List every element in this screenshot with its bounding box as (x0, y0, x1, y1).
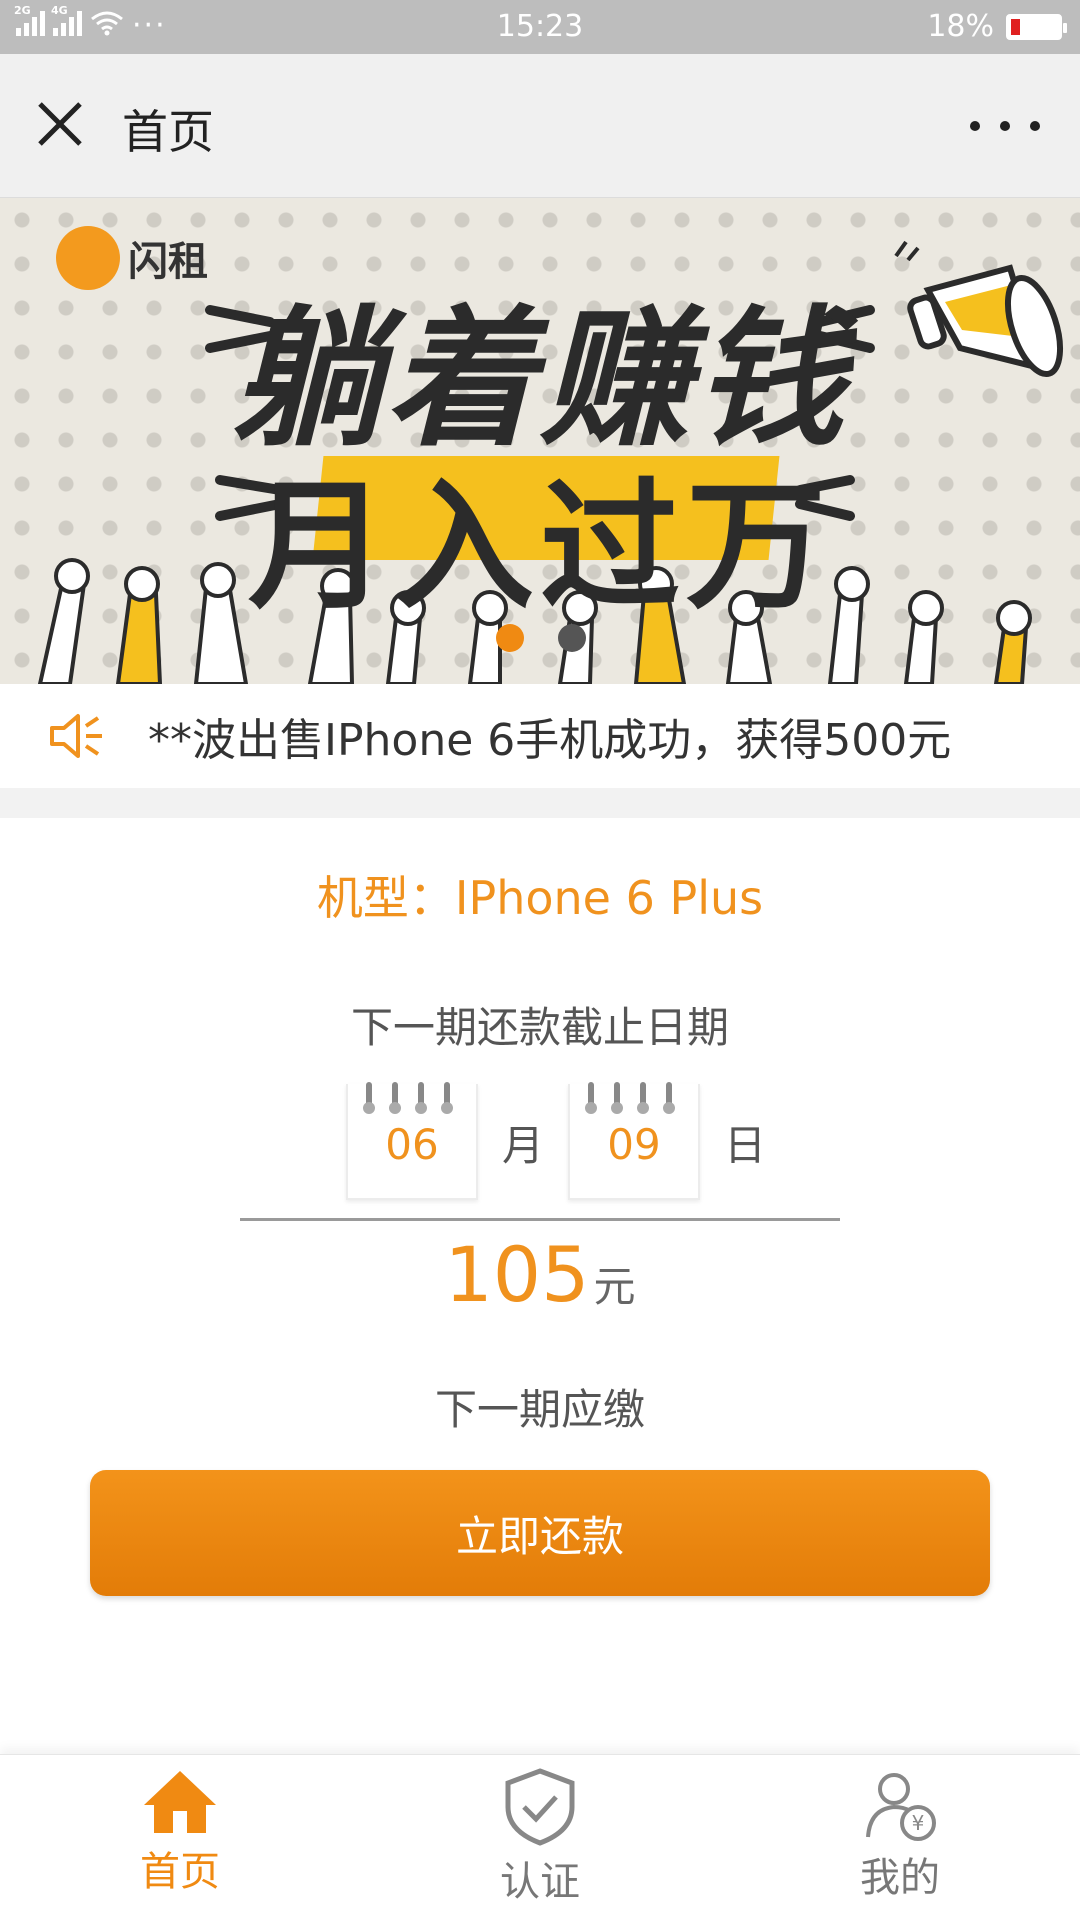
nav-bar: 首页 (0, 54, 1080, 198)
next-payment-label: 下一期应缴 (434, 1385, 645, 1434)
due-date: 06 月 09 日 (346, 1082, 790, 1200)
bottom-tab-bar: 首页 认证 ¥ 我的 (0, 1754, 1080, 1920)
month-unit: 月 (502, 1120, 545, 1170)
dot-icon (970, 121, 980, 131)
page-title: 首页 (122, 105, 214, 159)
tab-label: 认证 (500, 1859, 580, 1905)
section-divider (0, 788, 1080, 818)
user-yuan-icon: ¥ (866, 1773, 936, 1841)
device-model: 机型：IPhone 6 Plus (316, 871, 764, 925)
tab-verification[interactable]: 认证 (440, 1767, 640, 1907)
divider-line (240, 1218, 840, 1221)
status-bar: 2G 4G ··· 15:23 18% (0, 0, 1080, 54)
dot-icon (1030, 121, 1040, 131)
tab-home[interactable]: 首页 (80, 1767, 280, 1897)
tab-profile[interactable]: ¥ 我的 (800, 1767, 1000, 1903)
calendar-month-icon: 06 (346, 1082, 478, 1200)
battery-percent: 18% (927, 9, 994, 44)
due-day: 09 (607, 1120, 661, 1169)
more-menu-button[interactable] (970, 106, 1040, 146)
pager-dot-active[interactable] (496, 624, 524, 652)
pager-dot[interactable] (558, 624, 586, 652)
status-time: 15:23 (496, 9, 584, 44)
speaker-icon (50, 714, 102, 758)
amount-value: 105 (444, 1230, 590, 1319)
tab-label: 我的 (860, 1855, 940, 1901)
battery-level (1011, 18, 1020, 35)
banner-headline-2: 月入过万 (247, 466, 832, 629)
close-icon[interactable] (30, 94, 90, 154)
svg-text:¥: ¥ (912, 1811, 925, 1835)
notice-bar: **波出售IPhone 6手机成功，获得500元 (0, 684, 1080, 788)
amount-unit: 元 (593, 1262, 636, 1311)
notice-text: **波出售IPhone 6手机成功，获得500元 (148, 715, 952, 766)
tab-label: 首页 (140, 1849, 220, 1895)
home-icon (144, 1771, 216, 1833)
battery-icon (1006, 13, 1067, 40)
pay-now-button[interactable]: 立即还款 (90, 1470, 990, 1596)
status-icons-right: 18% (927, 9, 1067, 44)
amount-due: 105元 (0, 1230, 1080, 1319)
calendar-day-icon: 09 (568, 1082, 701, 1200)
dot-icon (1000, 121, 1010, 131)
due-date-label: 下一期还款截止日期 (350, 1003, 729, 1052)
promo-banner[interactable]: 闪租 躺着赚钱 月入过万 (0, 198, 1080, 684)
due-month: 06 (385, 1120, 439, 1169)
day-unit: 日 (724, 1120, 767, 1170)
banner-pager (496, 624, 586, 652)
shield-check-icon (505, 1768, 575, 1846)
